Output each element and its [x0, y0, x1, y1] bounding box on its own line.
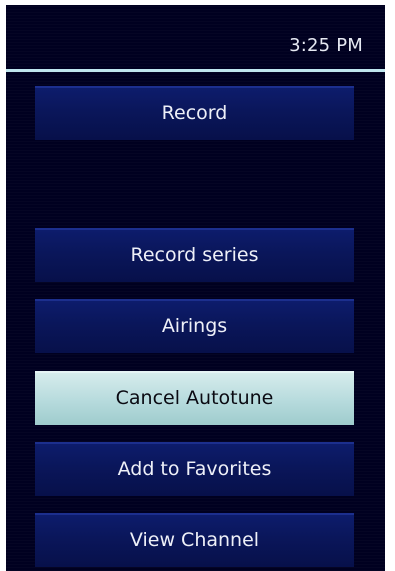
- header-bar: 3:25 PM: [6, 5, 385, 69]
- add-to-favorites-button[interactable]: Add to Favorites: [35, 442, 354, 496]
- airings-button[interactable]: Airings: [35, 299, 354, 353]
- tv-options-screen: 3:25 PM Record Record series Airings Can…: [6, 5, 385, 571]
- record-series-button[interactable]: Record series: [35, 228, 354, 282]
- cancel-autotune-button[interactable]: Cancel Autotune: [35, 371, 354, 425]
- clock-time: 3:25 PM: [289, 35, 363, 56]
- record-button[interactable]: Record: [35, 86, 354, 140]
- view-channel-button[interactable]: View Channel: [35, 513, 354, 567]
- header-divider: [6, 69, 385, 72]
